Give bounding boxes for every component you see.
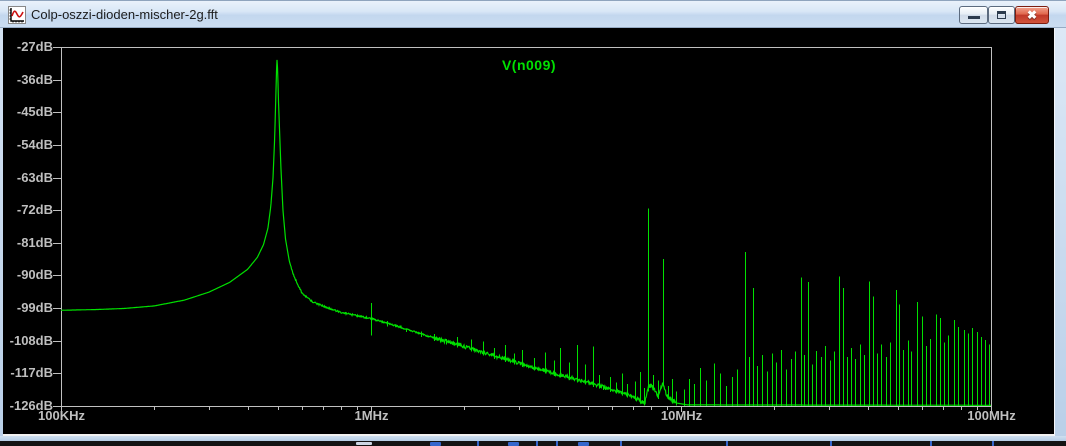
y-tick-label: -45dB (16, 104, 53, 119)
window-title: Colp-oszzi-dioden-mischer-2g.fft (31, 7, 218, 22)
y-tick-label: -90dB (16, 267, 53, 282)
toolbar-separator-fragment (556, 441, 558, 446)
minimize-icon (968, 16, 980, 19)
fft-plot-surface[interactable]: V(n009) (3, 28, 1054, 436)
waveform-plot-icon (8, 6, 26, 24)
toolbar-separator-fragment (620, 441, 622, 446)
close-icon: ✖ (1026, 8, 1038, 22)
x-tick-label: 1MHz (354, 408, 389, 423)
window-frame-right[interactable] (1055, 28, 1066, 441)
window-titlebar[interactable]: Colp-oszzi-dioden-mischer-2g.fft ✖ (0, 0, 1066, 28)
toolbar-separator-fragment (930, 441, 932, 446)
toolbar-separator-fragment (992, 441, 994, 446)
y-tick-label: -27dB (16, 39, 53, 54)
trace-legend[interactable]: V(n009) (64, 57, 994, 73)
menu-text-fragment (356, 442, 372, 445)
x-tick-label: 10MHz (660, 408, 703, 423)
y-tick-label: -36dB (16, 72, 53, 87)
window-inner-edge (1054, 28, 1055, 436)
toolbar-icon-fragment (430, 442, 441, 446)
y-tick-label: -81dB (16, 235, 53, 250)
toolbar-separator-fragment (726, 441, 728, 446)
toolbar-separator-fragment (536, 441, 538, 446)
close-button[interactable]: ✖ (1015, 6, 1049, 24)
y-tick-label: -99dB (16, 300, 53, 315)
x-tick-label: 100MHz (967, 408, 1016, 423)
y-tick-label: -72dB (16, 202, 53, 217)
toolbar-separator-fragment (830, 441, 832, 446)
toolbar-separator-fragment (477, 441, 479, 446)
y-tick-label: -63dB (16, 170, 53, 185)
y-tick-label: -108dB (9, 333, 53, 348)
restore-button[interactable] (988, 6, 1015, 24)
restore-icon (997, 11, 1006, 19)
y-tick-label: -54dB (16, 137, 53, 152)
toolbar-icon-fragment (508, 442, 519, 446)
x-tick-label: 100KHz (38, 408, 85, 423)
toolbar-icon-fragment (578, 442, 589, 446)
minimize-button[interactable] (959, 6, 988, 24)
background-window-sliver (0, 441, 1066, 446)
window-frame-left (0, 28, 3, 441)
y-tick-label: -117dB (10, 365, 53, 380)
